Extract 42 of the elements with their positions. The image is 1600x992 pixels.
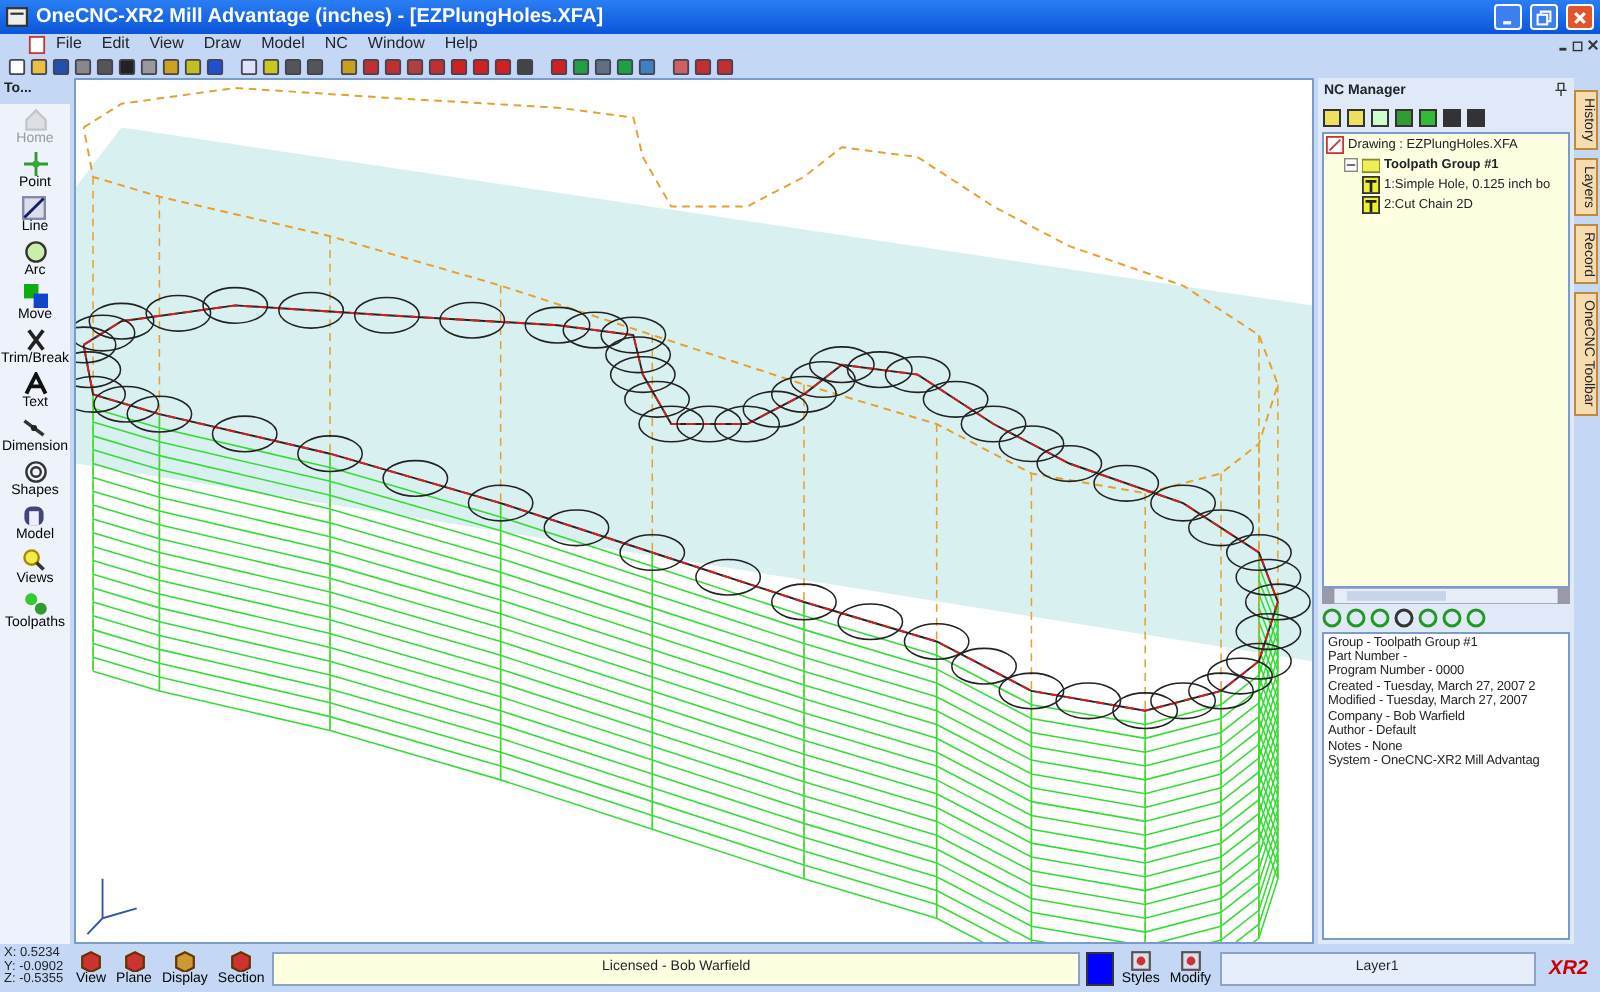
circle-icon [23,459,47,483]
pin-icon[interactable] [1554,82,1568,96]
model-icon [22,503,47,527]
tool-icon [1362,196,1380,214]
close-button[interactable] [1566,4,1594,30]
house-icon [23,107,47,131]
squares-icon [23,283,47,307]
color-swatch[interactable] [1085,951,1114,985]
restore-icon[interactable] [1572,37,1586,51]
document-icon [28,35,46,53]
cube-icon [173,950,196,972]
letter-icon [23,371,47,395]
close-icon [1572,9,1588,25]
line-icon [22,195,47,219]
menu-item[interactable]: Model [251,32,315,56]
menu-item[interactable]: Edit [91,32,140,56]
folder-icon [1362,156,1380,174]
menu-item[interactable]: Help [434,32,488,56]
restore-icon [1536,9,1552,25]
magnifier-icon [22,547,47,571]
cube-icon [80,950,103,972]
cube-icon [230,950,253,972]
collapse-icon[interactable] [1344,158,1358,172]
menu-item[interactable]: NC [314,32,358,56]
arc-icon [23,239,47,263]
logo: XR2 [1546,955,1590,983]
menu-item[interactable]: Draw [193,32,252,56]
minimize-button[interactable] [1494,4,1522,30]
dimension-icon [22,415,47,439]
window-title: OneCNC-XR2 Mill Advantage (inches) - [EZPlungHoles.XFA] [36,4,606,32]
axis-icon [86,877,138,936]
drawing-icon [1326,136,1344,154]
close-icon[interactable] [1586,37,1600,51]
restore-button[interactable] [1530,4,1558,30]
app-icon [6,6,28,28]
toolpath-icon [23,591,47,615]
menu-item[interactable]: File [46,32,92,56]
menu-item[interactable]: View [139,32,194,56]
point-icon [23,151,47,175]
tool-icon [1362,176,1380,194]
cube-icon [123,950,145,972]
menu-item[interactable]: Window [357,32,435,56]
